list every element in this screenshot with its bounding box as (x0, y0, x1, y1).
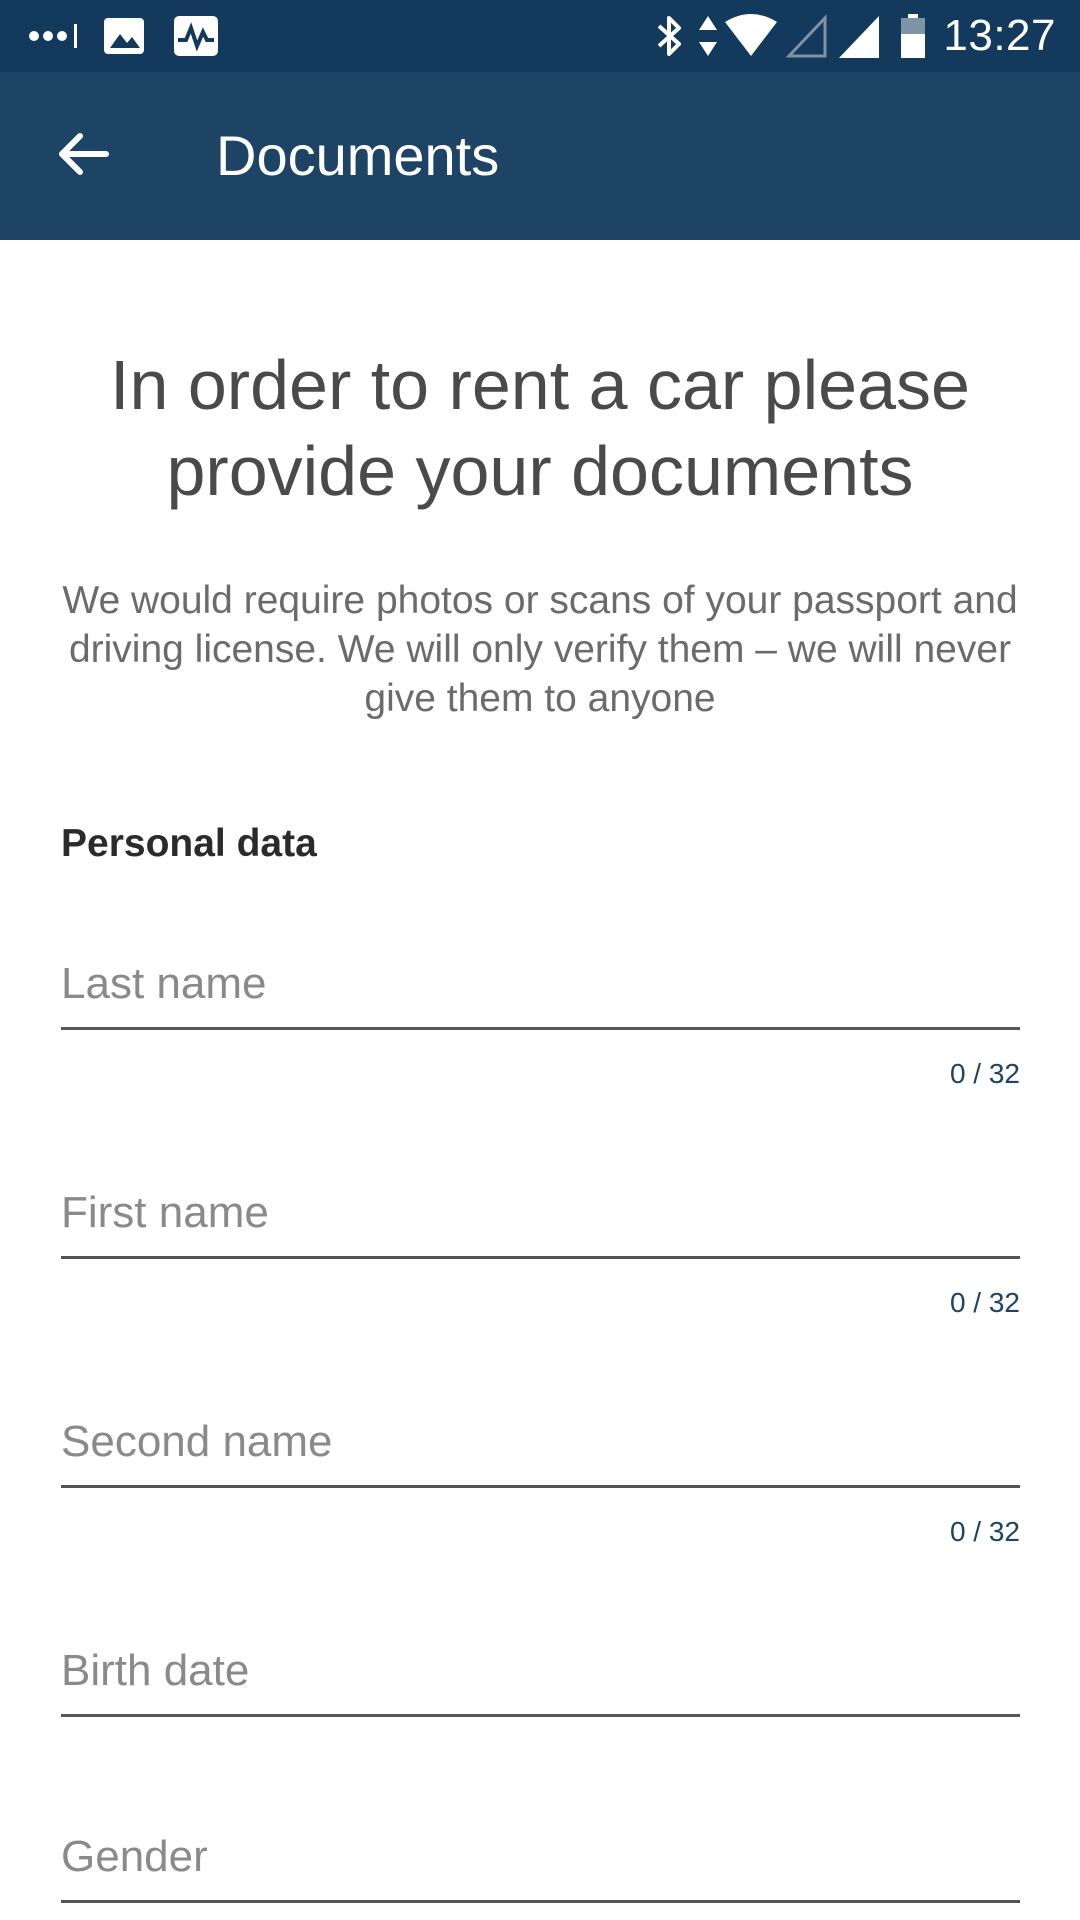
birth-date-input[interactable] (61, 1627, 1020, 1717)
bluetooth-icon (653, 12, 687, 60)
status-bar-right: 13:27 (653, 10, 1056, 62)
battery-icon (899, 12, 927, 60)
page-title: Documents (216, 124, 500, 187)
second-name-field-wrapper: 0 / 32 (61, 1398, 1020, 1547)
gender-input[interactable] (61, 1813, 1020, 1903)
signal-icon (837, 12, 881, 60)
first-name-counter: 0 / 32 (949, 1287, 1020, 1318)
info-text: We would require photos or scans of your… (62, 579, 1018, 720)
last-name-field-wrapper: 0 / 32 (61, 940, 1020, 1089)
status-time: 13:27 (943, 11, 1056, 60)
gender-field-wrapper (61, 1813, 1020, 1903)
status-bar-left (26, 14, 220, 58)
arrow-back-icon (58, 131, 110, 182)
signal-empty-icon (785, 12, 829, 60)
dots-icon (26, 14, 82, 58)
back-button[interactable] (44, 116, 124, 196)
image-icon (102, 14, 146, 58)
birth-date-field-wrapper (61, 1627, 1020, 1717)
section-title-personal-data: Personal data (61, 822, 317, 865)
second-name-input[interactable] (61, 1398, 1020, 1488)
status-bar: 13:27 (0, 0, 1080, 72)
activity-icon (172, 14, 220, 58)
app-bar: Documents (0, 72, 1080, 240)
first-name-input[interactable] (61, 1169, 1020, 1259)
wifi-icon (723, 12, 779, 60)
first-name-field-wrapper: 0 / 32 (61, 1169, 1020, 1318)
data-arrows-icon (697, 12, 719, 60)
last-name-input[interactable] (61, 940, 1020, 1030)
main-heading: In order to rent a car please provide yo… (110, 346, 970, 510)
last-name-counter: 0 / 32 (949, 1058, 1020, 1089)
second-name-counter: 0 / 32 (949, 1516, 1020, 1547)
